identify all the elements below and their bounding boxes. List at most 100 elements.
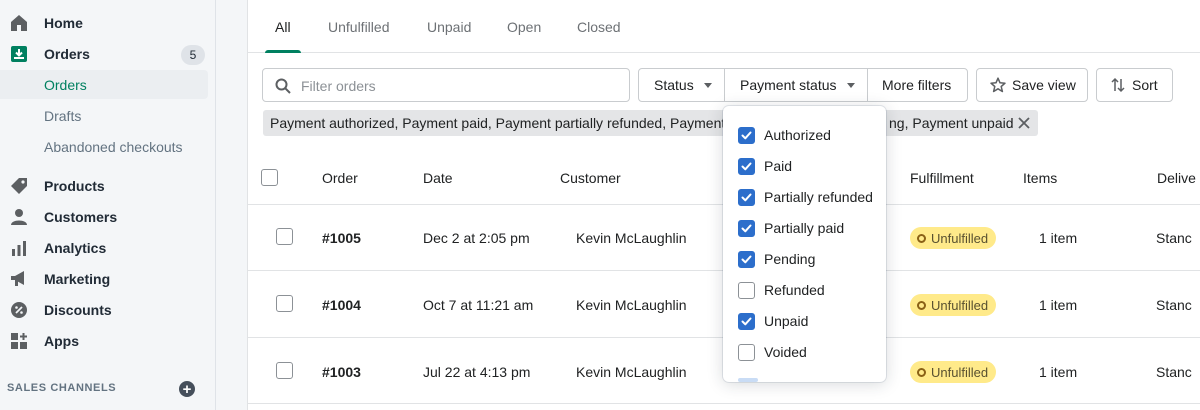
payment-option[interactable]: Voided: [738, 342, 807, 362]
status-ring-icon: [917, 300, 926, 310]
sidebar-item-orders[interactable]: Orders: [0, 39, 208, 68]
option-label: Authorized: [764, 127, 831, 143]
sidebar-item-discounts[interactable]: Discounts: [0, 295, 208, 324]
fulfillment-status-label: Unfulfilled: [931, 230, 989, 246]
order-items: 1 item: [1039, 364, 1078, 380]
marketing-icon: [11, 271, 24, 286]
fulfillment-status-label: Unfulfilled: [931, 364, 989, 380]
tab-unfulfilled[interactable]: Unfulfilled: [328, 0, 389, 53]
order-number[interactable]: #1004: [322, 297, 361, 313]
column-fulfillment[interactable]: Fulfillment: [910, 170, 974, 186]
option-checkbox[interactable]: [738, 126, 755, 144]
payment-option[interactable]: Unpaid: [738, 311, 808, 331]
sidebar-subitem-label: Abandoned checkouts: [44, 138, 183, 155]
order-items: 1 item: [1039, 297, 1078, 313]
more-filters-button[interactable]: More filters: [867, 68, 968, 102]
save-view-button[interactable]: Save view: [976, 68, 1088, 102]
order-number[interactable]: #1005: [322, 230, 361, 246]
tab-all[interactable]: All: [265, 0, 300, 53]
order-customer: Kevin McLaughlin: [576, 297, 687, 313]
sales-channels-heading: SALES CHANNELS: [7, 382, 117, 394]
column-date[interactable]: Date: [423, 170, 453, 186]
sidebar-item-analytics[interactable]: Analytics: [0, 233, 208, 262]
status-filter-button[interactable]: Status: [638, 68, 725, 102]
row-checkbox[interactable]: [276, 295, 293, 312]
analytics-icon: [12, 241, 26, 256]
payment-option[interactable]: Partially refunded: [738, 187, 873, 207]
order-date: Oct 7 at 11:21 am: [423, 297, 534, 313]
sidebar-subitem-label: Drafts: [44, 107, 82, 124]
applied-filter-text-end: ng, Payment unpaid: [889, 115, 1014, 131]
more-filters-label: More filters: [882, 77, 952, 93]
payment-option[interactable]: Authorized: [738, 125, 831, 145]
sidebar-subitem-drafts[interactable]: Drafts: [0, 101, 208, 130]
sidebar-item-label: Analytics: [44, 239, 107, 256]
order-number[interactable]: #1003: [322, 364, 361, 380]
caret-down-icon: [846, 82, 855, 88]
tab-open[interactable]: Open: [507, 0, 541, 53]
home-icon: [11, 15, 27, 31]
checkmark-icon: [741, 224, 752, 232]
tab-unpaid[interactable]: Unpaid: [427, 0, 471, 53]
payment-option[interactable]: Partially paid: [738, 218, 844, 238]
column-order[interactable]: Order: [322, 170, 358, 186]
payment-status-filter-button[interactable]: Payment status: [724, 68, 868, 102]
order-items: 1 item: [1039, 230, 1078, 246]
option-label: Unpaid: [764, 313, 809, 329]
checkmark-icon: [741, 193, 752, 201]
orders-count-badge: 5: [181, 45, 205, 65]
order-customer: Kevin McLaughlin: [576, 364, 687, 380]
option-checkbox[interactable]: [738, 343, 755, 361]
remove-filter-icon[interactable]: [1017, 116, 1031, 130]
payment-option[interactable]: Paid: [738, 156, 792, 176]
products-icon: [11, 178, 27, 194]
status-filter-label: Status: [654, 77, 694, 93]
orders-tabs: All Unfulfilled Unpaid Open Closed: [248, 0, 1200, 53]
option-checkbox[interactable]: [738, 250, 755, 268]
orders-icon: [11, 46, 27, 62]
order-delivery: Stanc: [1156, 230, 1192, 246]
sidebar-subitem-abandoned-checkouts[interactable]: Abandoned checkouts: [0, 132, 208, 161]
payment-option[interactable]: Pending: [738, 249, 815, 269]
sort-label: Sort: [1132, 77, 1158, 93]
filter-orders-input[interactable]: Filter orders: [262, 68, 630, 102]
payment-option[interactable]: Refunded: [738, 280, 825, 300]
option-checkbox[interactable]: [738, 312, 755, 330]
column-customer[interactable]: Customer: [560, 170, 621, 186]
clear-link-fragment[interactable]: [738, 378, 758, 382]
option-label: Refunded: [764, 282, 825, 298]
add-sales-channel-button[interactable]: +: [179, 381, 195, 397]
column-items[interactable]: Items: [1023, 170, 1057, 186]
sort-button[interactable]: Sort: [1096, 68, 1173, 102]
sidebar-item-products[interactable]: Products: [0, 171, 208, 200]
column-delivery[interactable]: Delive: [1157, 170, 1196, 186]
option-checkbox[interactable]: [738, 219, 755, 237]
sidebar-item-customers[interactable]: Customers: [0, 202, 208, 231]
checkmark-icon: [741, 317, 752, 325]
select-all-checkbox[interactable]: [261, 169, 278, 186]
save-view-label: Save view: [1012, 77, 1076, 93]
option-checkbox[interactable]: [738, 157, 755, 175]
option-label: Partially paid: [764, 220, 845, 236]
option-checkbox[interactable]: [738, 188, 755, 206]
sidebar: Home Orders 5 Orders Drafts Abandoned ch…: [0, 0, 216, 410]
search-placeholder: Filter orders: [301, 78, 376, 94]
sidebar-item-home[interactable]: Home: [0, 8, 208, 37]
sidebar-item-apps[interactable]: Apps: [0, 326, 208, 355]
checkmark-icon: [741, 162, 752, 170]
fulfillment-status-badge: Unfulfilled: [910, 361, 997, 383]
order-delivery: Stanc: [1156, 364, 1192, 380]
sidebar-item-marketing[interactable]: Marketing: [0, 264, 208, 293]
star-icon: [990, 77, 1006, 93]
tab-closed[interactable]: Closed: [577, 0, 621, 53]
sidebar-item-label: Discounts: [44, 301, 112, 318]
option-checkbox[interactable]: [738, 281, 755, 299]
sidebar-subitem-orders[interactable]: Orders: [0, 70, 208, 99]
order-date: Jul 22 at 4:13 pm: [423, 364, 531, 380]
sidebar-item-label: Apps: [44, 332, 79, 349]
row-checkbox[interactable]: [276, 228, 293, 245]
option-label: Pending: [764, 251, 816, 267]
sidebar-item-label: Marketing: [44, 270, 111, 287]
order-date: Dec 2 at 2:05 pm: [423, 230, 530, 246]
row-checkbox[interactable]: [276, 362, 293, 379]
